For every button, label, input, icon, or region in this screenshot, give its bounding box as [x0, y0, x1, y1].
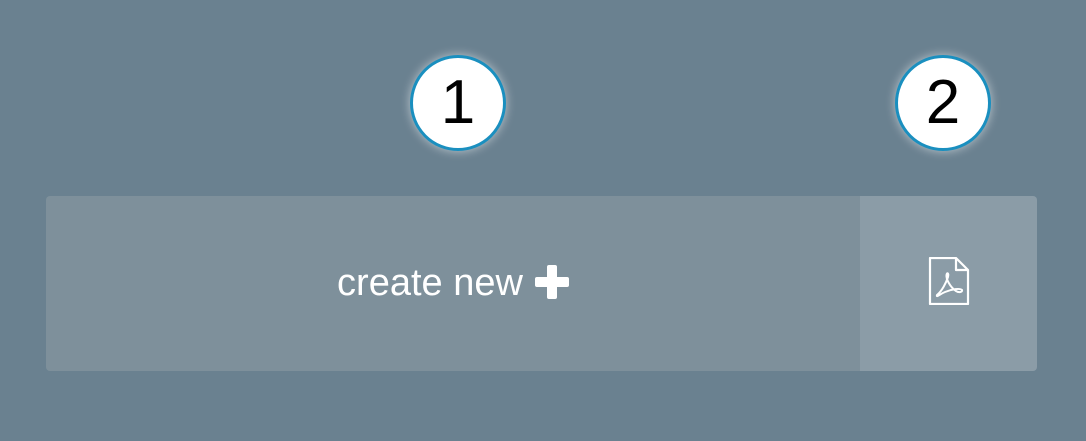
create-new-button[interactable]: create new: [46, 196, 860, 371]
callout-badge-2: 2: [895, 55, 991, 151]
callout-number-1: 1: [440, 68, 476, 137]
callout-badge-1: 1: [410, 55, 506, 151]
toolbar: create new: [46, 196, 1037, 371]
pdf-file-icon: [928, 256, 970, 310]
create-new-label: create new: [337, 262, 523, 304]
screenshot-stage: 1 2 create new: [0, 0, 1086, 441]
pdf-export-button[interactable]: [860, 196, 1037, 371]
callout-number-2: 2: [925, 68, 961, 137]
plus-icon: [534, 264, 569, 299]
